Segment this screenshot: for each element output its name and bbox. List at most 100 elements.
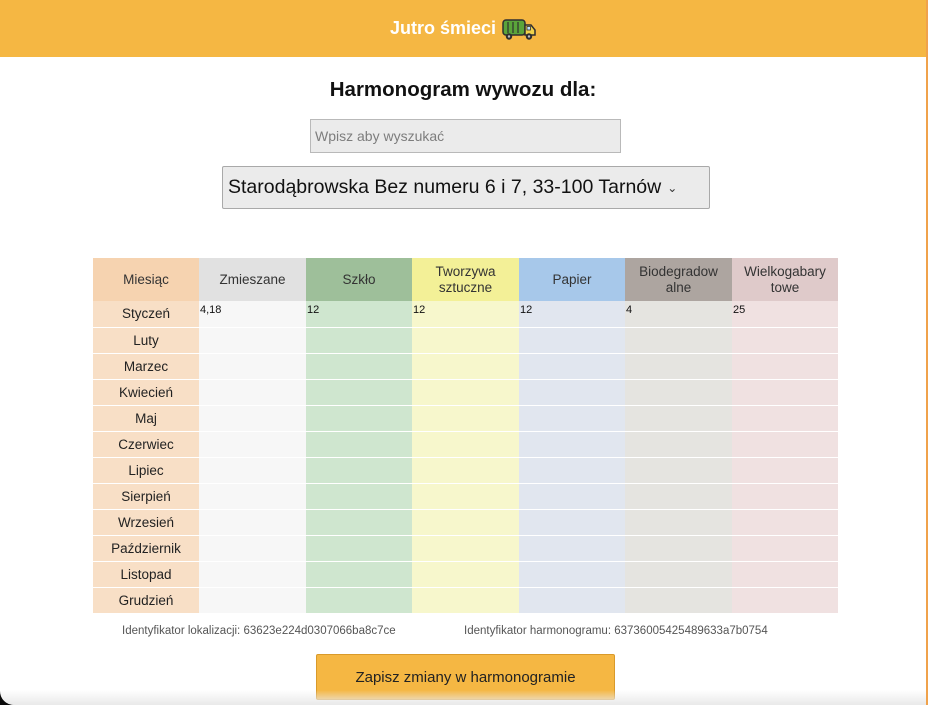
schedule-cell-biodegradable[interactable] [625,353,732,380]
save-schedule-button[interactable]: Zapisz zmiany w harmonogramie [316,654,615,700]
schedule-cell-plastics[interactable] [412,353,519,380]
schedule-cell-paper[interactable] [519,509,625,536]
app-brand[interactable]: Jutro śmieci [390,17,536,41]
schedule-cell-paper[interactable] [519,483,625,510]
schedule-cell-paper[interactable] [519,353,625,380]
schedule-cell-glass[interactable] [306,509,412,536]
schedule-cell-biodegradable[interactable] [625,561,732,588]
schedule-cell-bulky[interactable] [732,587,838,614]
schedule-cell-plastics[interactable] [412,431,519,458]
schedule-cell-glass[interactable] [306,353,412,380]
schedule-cell-plastics[interactable] [412,327,519,354]
schedule-cell-mixed[interactable] [199,431,306,458]
schedule-cell-plastics[interactable] [412,561,519,588]
schedule-header-row: Miesiąc Zmieszane Szkło Tworzywa sztuczn… [93,258,838,301]
location-id: Identyfikator lokalizacji: 63623e224d030… [122,625,396,637]
schedule-cell-glass[interactable] [306,587,412,614]
app-title: Jutro śmieci [389,18,497,38]
schedule-cell-mixed[interactable]: 4,18 [199,301,306,328]
schedule-cell-mixed[interactable] [199,587,306,614]
schedule-table: Miesiąc Zmieszane Szkło Tworzywa sztuczn… [93,258,838,614]
schedule-cell-paper[interactable] [519,587,625,614]
schedule-cell-biodegradable[interactable] [625,379,732,406]
schedule-cell-glass[interactable] [306,535,412,562]
month-label: Maj [93,405,199,432]
schedule-cell-biodegradable[interactable] [625,483,732,510]
schedule-cell-bulky[interactable] [732,379,838,406]
schedule-cell-plastics[interactable] [412,509,519,536]
table-row: Styczeń 4,18 12 12 12 4 25 [93,301,838,328]
schedule-cell-mixed[interactable] [199,509,306,536]
schedule-cell-bulky[interactable] [732,457,838,484]
schedule-cell-bulky[interactable] [732,431,838,458]
schedule-cell-biodegradable[interactable] [625,431,732,458]
schedule-cell-glass[interactable] [306,327,412,354]
schedule-cell-paper[interactable] [519,379,625,406]
column-header-glass: Szkło [306,258,412,301]
schedule-cell-mixed[interactable] [199,535,306,562]
schedule-cell-paper[interactable] [519,327,625,354]
schedule-cell-mixed[interactable] [199,457,306,484]
schedule-cell-bulky[interactable] [732,327,838,354]
schedule-cell-paper[interactable] [519,431,625,458]
address-select[interactable]: Starodąbrowska Bez numeru 6 i 7, 33-100 … [222,166,710,209]
schedule-cell-biodegradable[interactable] [625,535,732,562]
schedule-cell-plastics[interactable] [412,405,519,432]
table-row: Październik [93,535,838,562]
schedule-cell-bulky[interactable] [732,561,838,588]
schedule-cell-glass[interactable] [306,561,412,588]
table-row: Maj [93,405,838,432]
month-label: Lipiec [93,457,199,484]
table-row: Wrzesień [93,509,838,536]
schedule-cell-glass[interactable] [306,457,412,484]
schedule-cell-glass[interactable]: 12 [306,301,412,328]
month-label: Sierpień [93,483,199,510]
column-header-month: Miesiąc [93,258,199,301]
month-label: Wrzesień [93,509,199,536]
schedule-cell-biodegradable[interactable] [625,509,732,536]
schedule-cell-mixed[interactable] [199,353,306,380]
schedule-cell-paper[interactable] [519,457,625,484]
schedule-cell-plastics[interactable] [412,587,519,614]
schedule-cell-plastics[interactable] [412,483,519,510]
schedule-cell-bulky[interactable] [732,509,838,536]
schedule-cell-glass[interactable] [306,431,412,458]
app-window: Jutro śmieci Harmonogram wywozu dla: Sta… [0,0,928,705]
schedule-cell-glass[interactable] [306,379,412,406]
schedule-cell-biodegradable[interactable] [625,405,732,432]
schedule-cell-paper[interactable] [519,561,625,588]
schedule-cell-bulky[interactable] [732,405,838,432]
table-row: Kwiecień [93,379,838,406]
schedule-cell-mixed[interactable] [199,561,306,588]
schedule-cell-plastics[interactable] [412,457,519,484]
schedule-cell-bulky[interactable] [732,483,838,510]
schedule-cell-mixed[interactable] [199,327,306,354]
schedule-cell-biodegradable[interactable] [625,457,732,484]
schedule-cell-mixed[interactable] [199,405,306,432]
schedule-cell-bulky[interactable]: 25 [732,301,838,328]
schedule-cell-biodegradable[interactable] [625,327,732,354]
table-row: Grudzień [93,587,838,614]
top-bar: Jutro śmieci [0,0,926,57]
schedule-cell-bulky[interactable] [732,353,838,380]
schedule-cell-plastics[interactable] [412,535,519,562]
schedule-cell-mixed[interactable] [199,379,306,406]
schedule-id: Identyfikator harmonogramu: 637360054254… [464,625,768,637]
schedule-cell-paper[interactable] [519,405,625,432]
schedule-cell-plastics[interactable] [412,379,519,406]
table-row: Luty [93,327,838,354]
schedule-cell-plastics[interactable]: 12 [412,301,519,328]
schedule-cell-mixed[interactable] [199,483,306,510]
schedule-cell-glass[interactable] [306,483,412,510]
schedule-cell-paper[interactable]: 12 [519,301,625,328]
search-input[interactable] [310,119,621,153]
month-label: Listopad [93,561,199,588]
schedule-cell-bulky[interactable] [732,535,838,562]
garbage-truck-icon [502,17,536,41]
schedule-cell-biodegradable[interactable]: 4 [625,301,732,328]
schedule-cell-glass[interactable] [306,405,412,432]
table-row: Marzec [93,353,838,380]
schedule-cell-paper[interactable] [519,535,625,562]
schedule-cell-biodegradable[interactable] [625,587,732,614]
column-header-mixed: Zmieszane [199,258,306,301]
